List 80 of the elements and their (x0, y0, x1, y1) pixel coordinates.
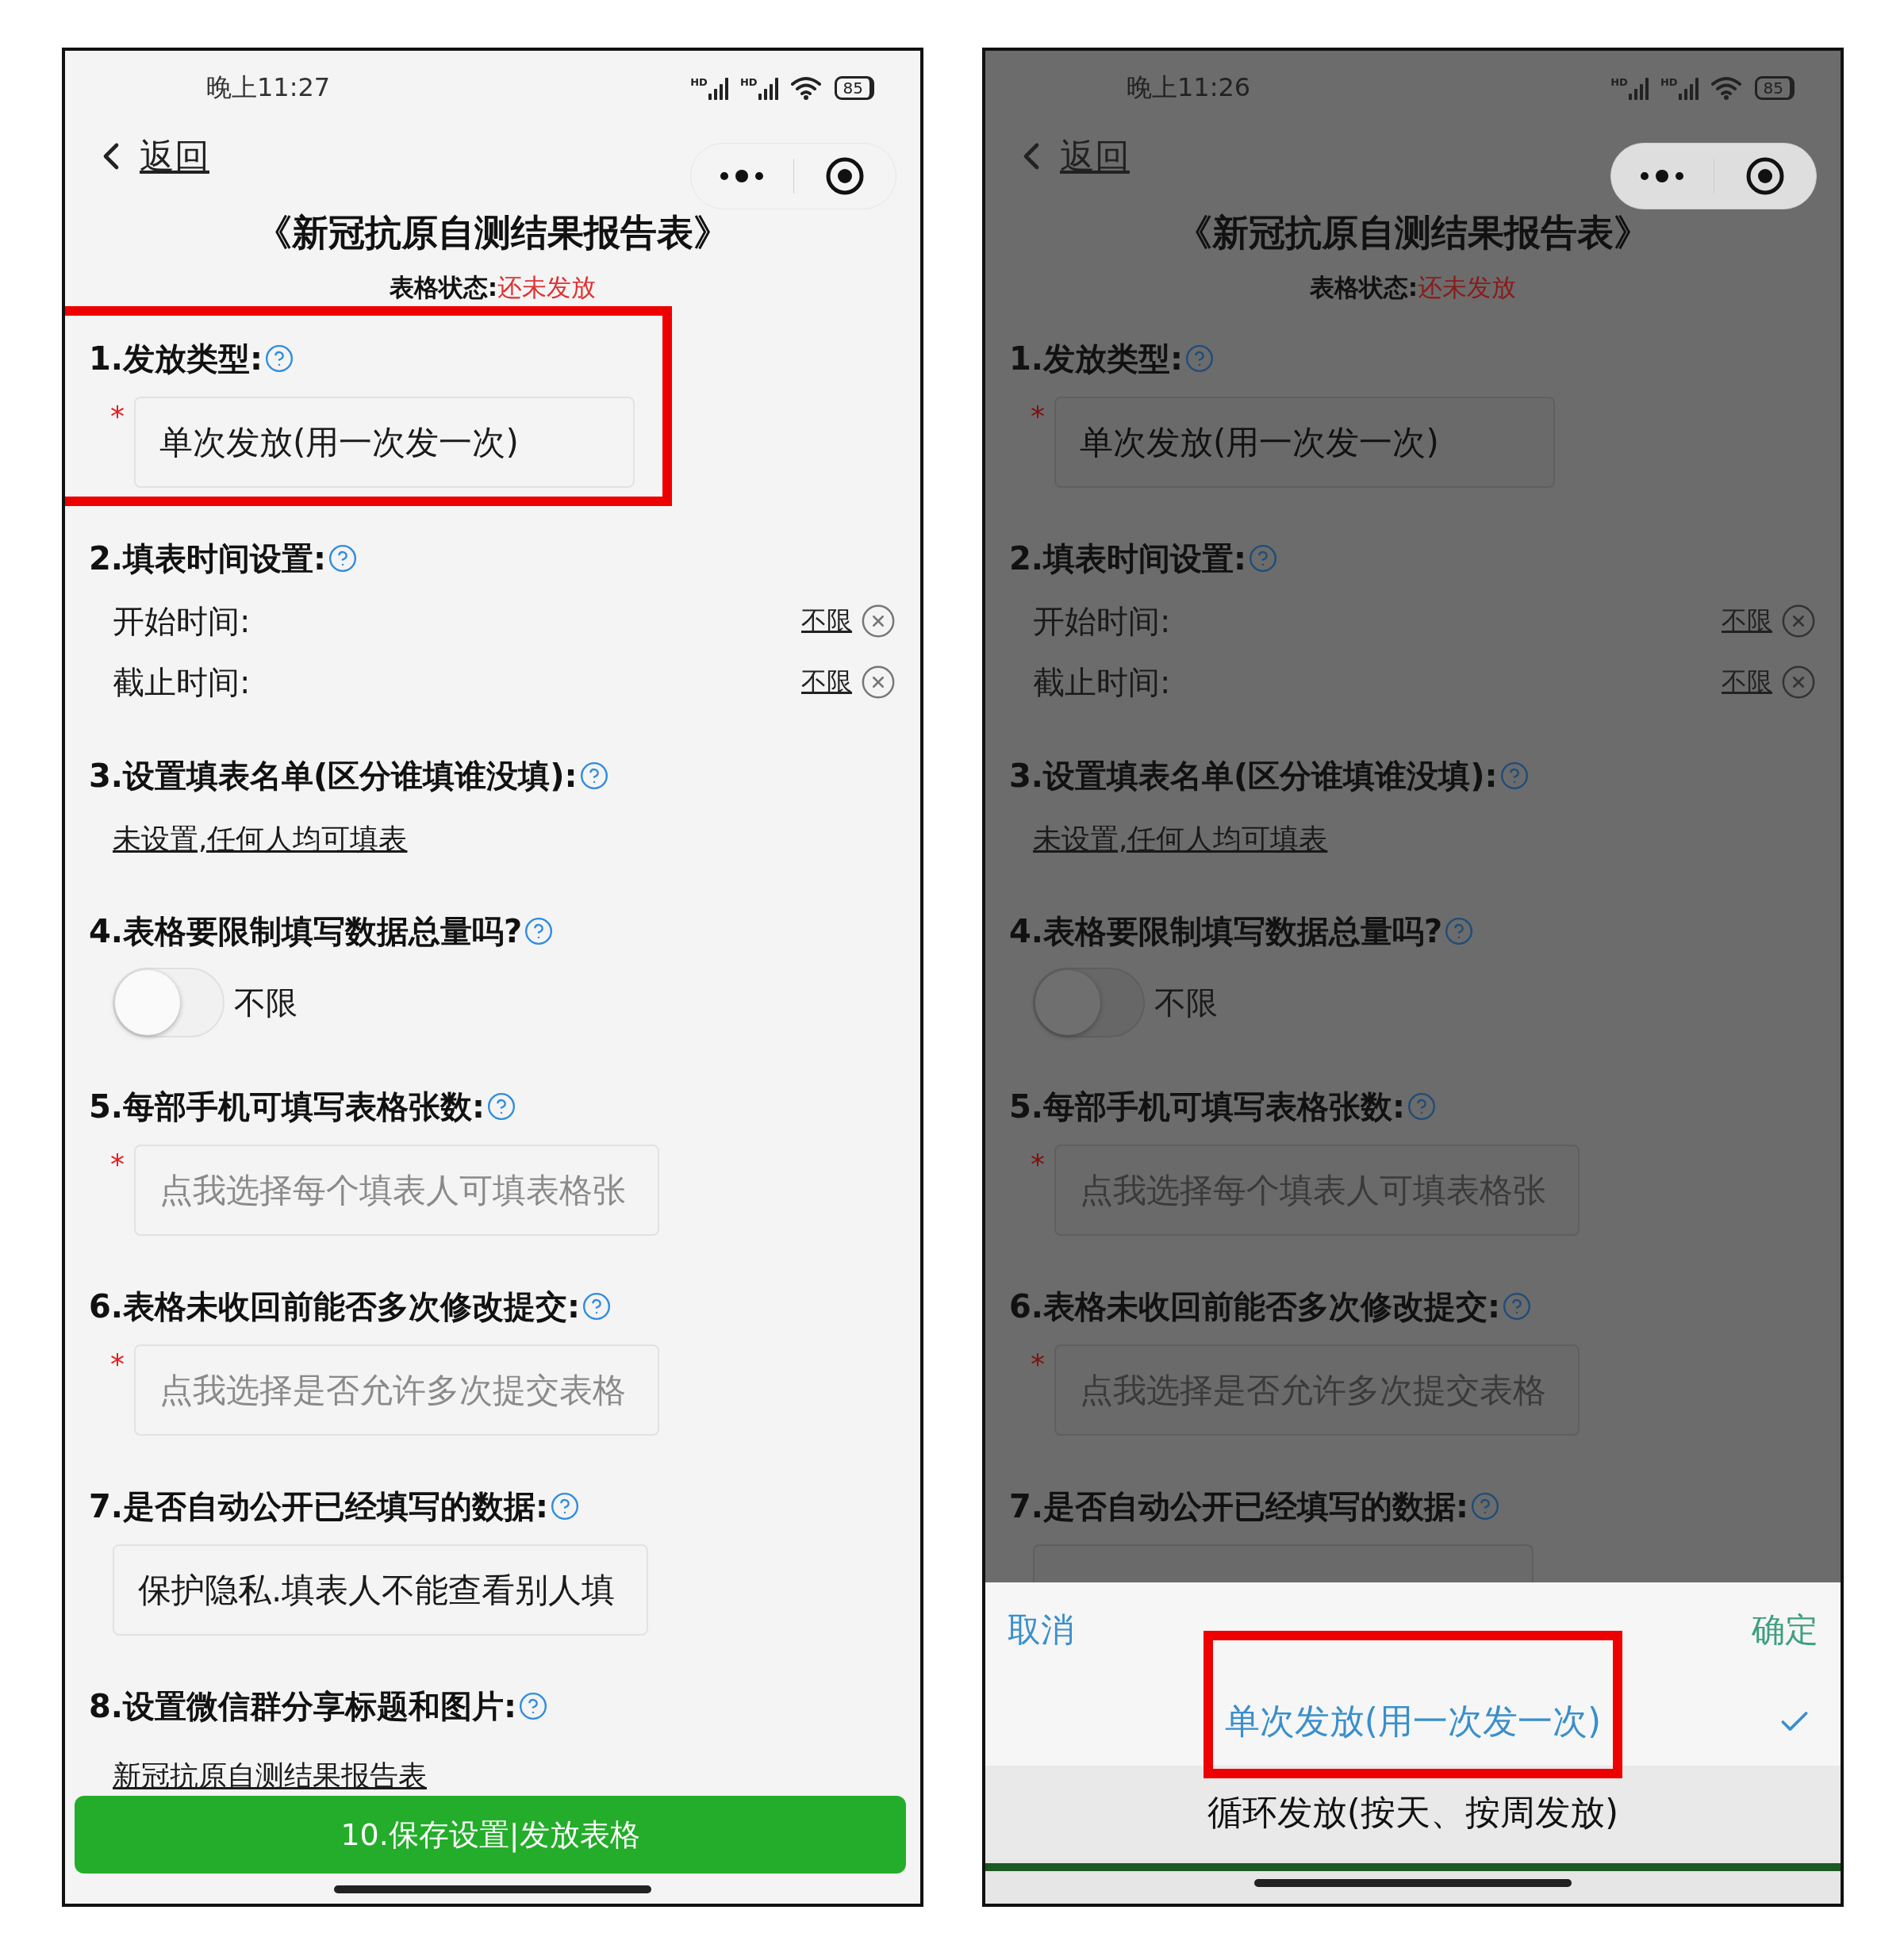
setting-link[interactable]: 新冠抗原自测结果报告表 (113, 1756, 427, 1796)
battery-level: 85 (834, 75, 874, 100)
help-icon[interactable] (1502, 1291, 1533, 1321)
section-label: 5.每部手机可填写表格张数: (89, 1087, 486, 1126)
section-label: 2.填表时间设置: (1009, 539, 1247, 578)
form-title: 《新冠抗原自测结果报告表》 (1175, 210, 1651, 255)
required-mark: * (1031, 1147, 1046, 1182)
select-field[interactable]: 单次发放(用一次发一次) (134, 397, 635, 488)
time-label: 开始时间: (113, 601, 251, 641)
select-field[interactable]: 保护隐私.填表人不能查看别人填 (113, 1544, 649, 1636)
section-label: 2.填表时间设置: (89, 539, 327, 578)
wifi-icon (789, 75, 822, 101)
section-label: 1.发放类型: (1009, 339, 1184, 378)
clear-icon[interactable] (1780, 664, 1817, 700)
status-label: 表格状态: (389, 272, 498, 303)
section-label: 7.是否自动公开已经填写的数据: (89, 1486, 549, 1526)
status-label: 表格状态: (1309, 272, 1418, 303)
select-field[interactable]: 单次发放(用一次发一次) (1054, 397, 1555, 488)
required-mark: * (110, 1147, 125, 1182)
status-time: 晚上11:27 (206, 71, 331, 104)
help-icon[interactable] (264, 343, 295, 374)
help-icon[interactable] (1407, 1091, 1438, 1122)
required-mark: * (1031, 399, 1046, 434)
time-label: 截止时间: (1033, 662, 1171, 702)
section-label: 4.表格要限制填写数据总量吗? (89, 911, 523, 951)
network-label: HD (1660, 75, 1678, 88)
save-button[interactable]: 10.保存设置|发放表格 (75, 1796, 906, 1874)
confirm-button[interactable]: 确定 (1752, 1608, 1818, 1652)
section-label: 1.发放类型: (89, 339, 263, 378)
required-mark: * (1031, 1347, 1046, 1382)
time-value-link[interactable]: 不限 (801, 665, 852, 700)
setting-link[interactable]: 未设置,任何人均可填表 (113, 819, 408, 859)
section-label: 6.表格未收回前能否多次修改提交: (1009, 1287, 1501, 1326)
time-value-link[interactable]: 不限 (801, 604, 852, 639)
clear-icon[interactable] (1780, 603, 1817, 639)
time-label: 截止时间: (113, 662, 251, 702)
section-label: 8.设置微信群分享标题和图片: (89, 1686, 517, 1726)
help-icon[interactable] (518, 1691, 549, 1721)
section-label: 4.表格要限制填写数据总量吗? (1009, 911, 1443, 951)
network-label: HD (690, 75, 708, 88)
clear-icon[interactable] (860, 664, 896, 700)
clear-icon[interactable] (860, 603, 896, 639)
status-value: 还未发放 (497, 272, 597, 303)
help-icon[interactable] (1248, 543, 1279, 573)
help-icon[interactable] (524, 916, 555, 946)
toggle-label: 不限 (1154, 983, 1218, 1022)
required-mark: * (110, 1347, 125, 1382)
battery-level: 85 (1754, 75, 1795, 100)
form-title: 《新冠抗原自测结果报告表》 (255, 210, 731, 255)
toggle-label: 不限 (234, 983, 298, 1022)
help-icon[interactable] (1499, 761, 1530, 791)
time-value-link[interactable]: 不限 (1722, 604, 1772, 639)
select-field[interactable]: 点我选择是否允许多次提交表格 (134, 1344, 659, 1436)
network-label: HD (739, 75, 758, 88)
section-label: 7.是否自动公开已经填写的数据: (1009, 1486, 1469, 1526)
help-icon[interactable] (328, 543, 359, 573)
help-icon[interactable] (1470, 1491, 1501, 1521)
cancel-button[interactable]: 取消 (1008, 1608, 1074, 1652)
setting-link[interactable]: 未设置,任何人均可填表 (1033, 819, 1328, 859)
status-value: 还未发放 (1418, 272, 1517, 303)
help-icon[interactable] (1444, 916, 1475, 946)
help-icon[interactable] (578, 761, 609, 791)
section-label: 3.设置填表名单(区分谁填谁没填): (1009, 756, 1498, 796)
select-field[interactable]: 点我选择每个填表人可填表格张 (134, 1145, 659, 1236)
help-icon[interactable] (582, 1291, 612, 1321)
section-label: 6.表格未收回前能否多次修改提交: (89, 1287, 581, 1326)
status-time: 晚上11:26 (1127, 71, 1251, 104)
section-label: 3.设置填表名单(区分谁填谁没填): (89, 756, 578, 796)
section-label: 5.每部手机可填写表格张数: (1009, 1087, 1406, 1126)
help-icon[interactable] (550, 1491, 581, 1521)
back-link[interactable]: 返回 (89, 125, 209, 188)
wifi-icon (1710, 75, 1742, 101)
network-label: HD (1610, 75, 1628, 88)
time-value-link[interactable]: 不限 (1722, 665, 1772, 700)
picker-option[interactable]: 循环发放(按天、按周发放) (985, 1766, 1841, 1859)
help-icon[interactable] (1184, 343, 1215, 374)
back-link[interactable]: 返回 (1009, 125, 1130, 188)
required-mark: * (110, 399, 125, 434)
time-label: 开始时间: (1033, 601, 1171, 641)
help-icon[interactable] (486, 1091, 517, 1122)
